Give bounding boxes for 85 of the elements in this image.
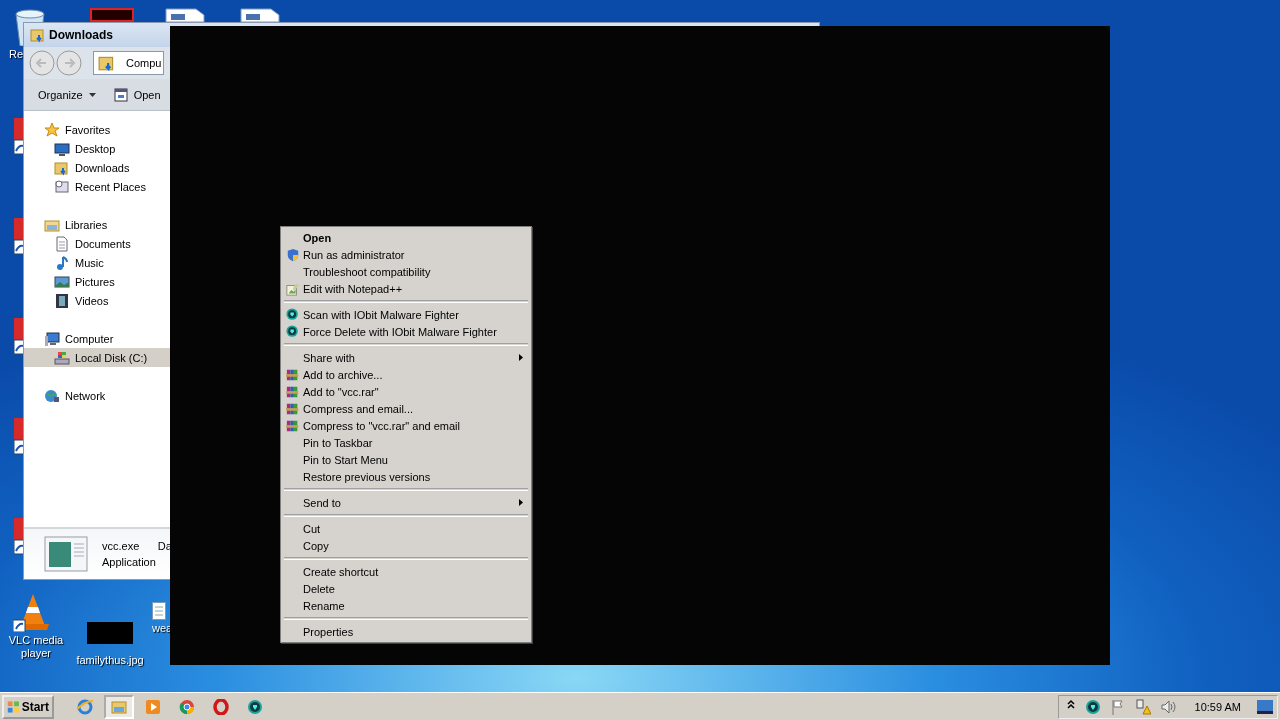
folder-icon <box>30 27 46 43</box>
menu-item[interactable]: Add to archive... <box>283 366 529 383</box>
nav-item[interactable]: Documents <box>24 234 171 253</box>
app-icon <box>90 8 134 22</box>
menu-item[interactable]: Pin to Start Menu <box>283 451 529 468</box>
nav-item[interactable]: Desktop <box>24 139 171 158</box>
menu-item[interactable]: Force Delete with IObit Malware Fighter <box>283 323 529 340</box>
windows-logo-icon <box>7 698 20 715</box>
clock[interactable]: 10:59 AM <box>1194 700 1241 713</box>
dropdown-caret-icon <box>88 92 96 97</box>
nav-item[interactable]: Libraries <box>24 215 171 234</box>
menu-item[interactable]: Create shortcut <box>283 563 529 580</box>
nav-item[interactable]: Pictures <box>24 272 171 291</box>
browser-e-icon <box>77 698 93 715</box>
play-icon <box>145 698 161 715</box>
folder-icon <box>54 159 70 176</box>
menu-item[interactable]: Pin to Taskbar <box>283 434 529 451</box>
star-icon <box>44 121 60 138</box>
film-icon <box>54 292 70 309</box>
organize-menu-button[interactable]: Organize <box>32 85 102 104</box>
nav-item[interactable]: Videos <box>24 291 171 310</box>
nav-item[interactable]: Downloads <box>24 158 171 177</box>
start-button[interactable]: Start <box>2 694 54 719</box>
music-note-icon <box>54 254 70 271</box>
opera-o-icon <box>213 698 229 715</box>
menu-item[interactable]: Troubleshoot compatibility <box>283 263 529 280</box>
folder-icon <box>111 698 127 715</box>
menu-item[interactable]: Edit with Notepad++ <box>283 280 529 297</box>
document-icon <box>152 602 166 620</box>
archive-books-icon <box>286 384 300 399</box>
chrome-ball-icon <box>179 698 195 715</box>
menu-item[interactable]: Properties <box>283 623 529 640</box>
address-text: Compu <box>126 57 162 69</box>
menu-item[interactable]: Open <box>283 229 529 246</box>
network-icon <box>44 387 60 404</box>
menu-item[interactable]: Restore previous versions <box>283 468 529 485</box>
show-desktop-icon[interactable] <box>1257 699 1273 714</box>
menu-item[interactable]: Copy <box>283 537 529 554</box>
shield-badge-icon <box>286 307 300 322</box>
monitor-icon <box>54 140 70 157</box>
back-button[interactable] <box>29 50 55 76</box>
speaker-icon[interactable] <box>1160 698 1177 715</box>
menu-item[interactable]: Delete <box>283 580 529 597</box>
menu-item[interactable]: Share with <box>283 349 529 366</box>
nav-item[interactable]: Computer <box>24 329 171 348</box>
network-warning-icon[interactable] <box>1134 698 1151 715</box>
window-icon <box>113 87 128 102</box>
computer-icon <box>44 330 60 347</box>
archive-books-icon <box>286 401 300 416</box>
forward-button[interactable] <box>56 50 82 76</box>
shield-icon <box>286 247 300 262</box>
window-title: Downloads <box>49 28 113 42</box>
nav-item[interactable]: Local Disk (C:) <box>24 348 171 367</box>
menu-item[interactable]: Add to "vcc.rar" <box>283 383 529 400</box>
menu-item[interactable]: Cut <box>283 520 529 537</box>
application-icon <box>44 536 88 572</box>
folder-icon <box>98 54 116 72</box>
menu-item[interactable]: Run as administrator <box>283 246 529 263</box>
address-bar[interactable]: Compu <box>93 51 164 75</box>
recent-places-icon <box>54 178 70 195</box>
desktop-icon-label[interactable]: familythus.jpg <box>76 654 144 667</box>
menu-item[interactable]: Compress to "vcc.rar" and email <box>283 417 529 434</box>
menu-item[interactable]: Scan with IObit Malware Fighter <box>283 306 529 323</box>
nav-item[interactable]: Recent Places <box>24 177 171 196</box>
desktop-icon-label[interactable]: Re <box>4 48 24 61</box>
menu-item[interactable]: Send to <box>283 494 529 511</box>
menu-item[interactable]: Rename <box>283 597 529 614</box>
shield-badge-icon <box>247 698 263 715</box>
picture-icon <box>54 273 70 290</box>
shield-badge-icon[interactable] <box>1084 698 1101 715</box>
file-type: Application <box>102 556 156 568</box>
nav-item[interactable]: Music <box>24 253 171 272</box>
document-icon <box>54 235 70 252</box>
nav-item[interactable]: Favorites <box>24 120 171 139</box>
archive-books-icon <box>286 418 300 433</box>
nav-item[interactable]: Network <box>24 386 171 405</box>
flag-icon[interactable] <box>1110 698 1125 715</box>
desktop-icon-label[interactable]: VLC media player <box>6 634 66 660</box>
drive-icon <box>54 349 70 366</box>
open-button[interactable]: Open <box>107 84 167 105</box>
file-name: vcc.exe <box>102 540 141 552</box>
notepad-icon <box>286 281 300 296</box>
archive-books-icon <box>286 367 300 382</box>
shield-badge-icon <box>286 324 300 339</box>
menu-item[interactable]: Compress and email... <box>283 400 529 417</box>
